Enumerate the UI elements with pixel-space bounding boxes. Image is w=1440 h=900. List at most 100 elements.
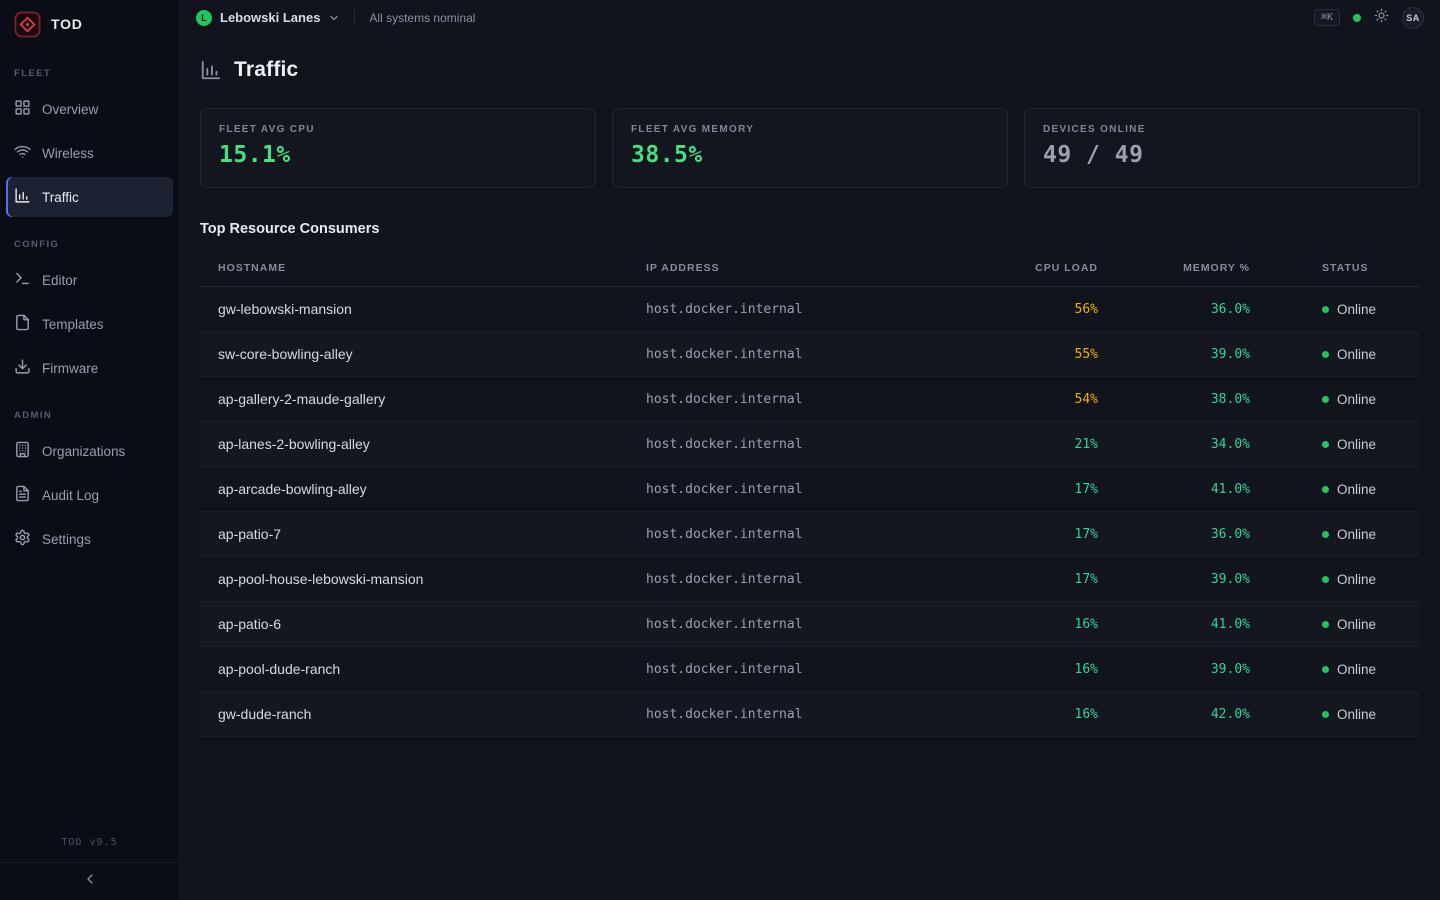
sidebar-item-templates[interactable]: Templates: [6, 304, 173, 344]
cell-ip-address: host.docker.internal: [646, 572, 976, 587]
table-row[interactable]: sw-core-bowling-alley host.docker.intern…: [200, 332, 1420, 377]
sidebar-item-traffic[interactable]: Traffic: [6, 177, 173, 217]
sidebar-item-settings[interactable]: Settings: [6, 519, 173, 559]
sidebar-item-label: Overview: [42, 102, 98, 117]
file-icon: [14, 314, 31, 334]
online-status-dot: [1322, 711, 1329, 718]
cell-ip-address: host.docker.internal: [646, 302, 976, 317]
sun-icon: [1374, 8, 1389, 28]
cell-cpu-load: 17%: [976, 572, 1098, 587]
status-label: Online: [1337, 617, 1376, 632]
cell-status: Online: [1250, 302, 1402, 317]
sidebar-item-label: Audit Log: [42, 488, 99, 503]
cell-hostname: ap-gallery-2-maude-gallery: [218, 391, 646, 407]
table-row[interactable]: ap-patio-7 host.docker.internal 17% 36.0…: [200, 512, 1420, 557]
cell-cpu-load: 17%: [976, 527, 1098, 542]
bar-chart-icon: [200, 59, 222, 81]
cell-ip-address: host.docker.internal: [646, 662, 976, 677]
cell-status: Online: [1250, 662, 1402, 677]
stat-label: FLEET AVG MEMORY: [631, 124, 989, 135]
status-label: Online: [1337, 707, 1376, 722]
cell-hostname: sw-core-bowling-alley: [218, 346, 646, 362]
nav-section-config: CONFIG: [0, 219, 179, 258]
table-row[interactable]: ap-pool-dude-ranch host.docker.internal …: [200, 647, 1420, 692]
cell-hostname: ap-patio-7: [218, 526, 646, 542]
cell-memory: 38.0%: [1098, 392, 1250, 407]
cell-hostname: ap-patio-6: [218, 616, 646, 632]
sidebar-item-wireless[interactable]: Wireless: [6, 133, 173, 173]
table-row[interactable]: ap-arcade-bowling-alley host.docker.inte…: [200, 467, 1420, 512]
cell-ip-address: host.docker.internal: [646, 527, 976, 542]
top-header: L Lebowski Lanes All systems nominal ⌘K …: [180, 0, 1440, 36]
cell-ip-address: host.docker.internal: [646, 392, 976, 407]
cell-ip-address: host.docker.internal: [646, 482, 976, 497]
column-header-status: STATUS: [1250, 262, 1402, 274]
cell-status: Online: [1250, 527, 1402, 542]
cell-memory: 34.0%: [1098, 437, 1250, 452]
sidebar-item-label: Firmware: [42, 361, 98, 376]
cell-memory: 39.0%: [1098, 572, 1250, 587]
cell-cpu-load: 17%: [976, 482, 1098, 497]
sidebar-item-overview[interactable]: Overview: [6, 89, 173, 129]
online-status-dot: [1322, 306, 1329, 313]
gear-icon: [14, 529, 31, 549]
status-label: Online: [1337, 662, 1376, 677]
status-label: Online: [1337, 347, 1376, 362]
user-avatar[interactable]: SA: [1402, 7, 1424, 29]
sidebar-item-label: Editor: [42, 273, 77, 288]
table-row[interactable]: ap-patio-6 host.docker.internal 16% 41.0…: [200, 602, 1420, 647]
sidebar-collapse-button[interactable]: [0, 862, 179, 900]
online-status-dot: [1322, 441, 1329, 448]
main-area: L Lebowski Lanes All systems nominal ⌘K …: [180, 0, 1440, 900]
cell-cpu-load: 16%: [976, 617, 1098, 632]
download-icon: [14, 358, 31, 378]
sidebar-item-organizations[interactable]: Organizations: [6, 431, 173, 471]
table-row[interactable]: ap-gallery-2-maude-gallery host.docker.i…: [200, 377, 1420, 422]
cell-status: Online: [1250, 617, 1402, 632]
online-status-dot: [1322, 666, 1329, 673]
cell-memory: 41.0%: [1098, 482, 1250, 497]
terminal-icon: [14, 270, 31, 290]
column-header-ip-address: IP ADDRESS: [646, 262, 976, 274]
cell-memory: 36.0%: [1098, 302, 1250, 317]
online-status-dot: [1322, 621, 1329, 628]
sidebar-item-editor[interactable]: Editor: [6, 260, 173, 300]
chevron-left-icon: [82, 871, 98, 892]
app-brand: TOD: [51, 16, 83, 32]
cell-memory: 36.0%: [1098, 527, 1250, 542]
cell-memory: 42.0%: [1098, 707, 1250, 722]
sidebar: TOD FLEET Overview Wireless Traffic CONF…: [0, 0, 180, 900]
grid-icon: [14, 99, 31, 119]
table-row[interactable]: ap-lanes-2-bowling-alley host.docker.int…: [200, 422, 1420, 467]
column-header-memory: MEMORY %: [1098, 262, 1250, 274]
sidebar-item-audit-log[interactable]: Audit Log: [6, 475, 173, 515]
sidebar-item-firmware[interactable]: Firmware: [6, 348, 173, 388]
theme-toggle-button[interactable]: [1374, 8, 1389, 28]
cell-cpu-load: 56%: [976, 302, 1098, 317]
cell-hostname: ap-pool-dude-ranch: [218, 661, 646, 677]
stats-row: FLEET AVG CPU 15.1% FLEET AVG MEMORY 38.…: [200, 108, 1420, 188]
sidebar-footer: TOD v9.5: [0, 827, 179, 900]
page-title-row: Traffic: [200, 58, 1420, 82]
stat-label: FLEET AVG CPU: [219, 124, 577, 135]
building-icon: [14, 441, 31, 461]
table-row[interactable]: ap-pool-house-lebowski-mansion host.dock…: [200, 557, 1420, 602]
table-row[interactable]: gw-dude-ranch host.docker.internal 16% 4…: [200, 692, 1420, 737]
online-status-dot: [1322, 486, 1329, 493]
table-row[interactable]: gw-lebowski-mansion host.docker.internal…: [200, 287, 1420, 332]
command-palette-shortcut[interactable]: ⌘K: [1314, 9, 1340, 26]
app-logo-row: TOD: [0, 0, 179, 48]
health-status-dot: [1353, 14, 1361, 22]
cell-ip-address: host.docker.internal: [646, 437, 976, 452]
online-status-dot: [1322, 531, 1329, 538]
cell-hostname: gw-dude-ranch: [218, 706, 646, 722]
file-text-icon: [14, 485, 31, 505]
org-switcher[interactable]: L Lebowski Lanes: [196, 10, 340, 26]
top-resource-consumers-table: HOSTNAME IP ADDRESS CPU LOAD MEMORY % ST…: [200, 249, 1420, 737]
cell-ip-address: host.docker.internal: [646, 617, 976, 632]
cell-memory: 39.0%: [1098, 662, 1250, 677]
sidebar-item-label: Templates: [42, 317, 104, 332]
cell-status: Online: [1250, 392, 1402, 407]
cell-cpu-load: 21%: [976, 437, 1098, 452]
cell-memory: 41.0%: [1098, 617, 1250, 632]
